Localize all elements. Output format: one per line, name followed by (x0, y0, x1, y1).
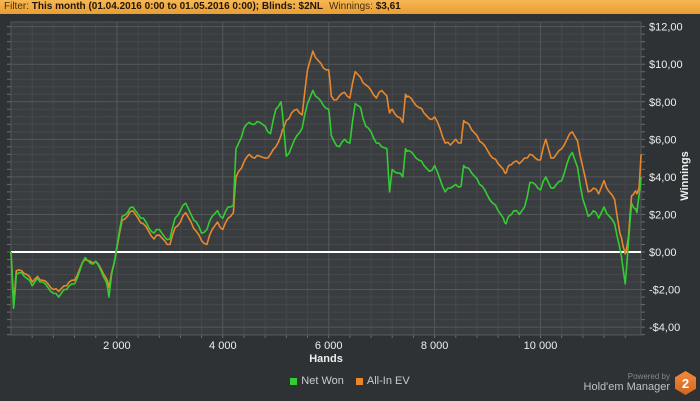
y-tick-label: $0,00 (649, 247, 677, 259)
badge-number: 2 (681, 375, 690, 391)
all-in-ev-swatch (355, 377, 363, 385)
y-tick-label: $4,00 (649, 172, 677, 184)
y-axis-title: Winnings (679, 151, 691, 200)
x-tick-label: 10 000 (524, 340, 558, 352)
all-in-ev-label: All-In EV (366, 375, 410, 387)
y-tick-label: $8,00 (649, 97, 677, 109)
footer-text: Powered by Hold'em Manager (583, 371, 670, 394)
winnings-chart: $12,00 $10,00 $8,00 $6,00 $4,00 $2,00 $0,00 -$2… (7, 21, 691, 365)
x-tick-label: 4 000 (209, 340, 237, 352)
powered-by-label: Powered by (627, 371, 670, 381)
x-tick-label: 8 000 (421, 340, 449, 352)
y-tick-label: -$4,00 (649, 322, 680, 334)
y-tick-label: $12,00 (649, 22, 683, 34)
net-won-swatch (290, 377, 298, 385)
y-tick-label: -$2,00 (649, 285, 680, 297)
powered-by-footer: Powered by Hold'em Manager 2 (584, 371, 696, 395)
holdem-manager-graph-window: Filter: This month (01.04.2016 0:00 to 0… (0, 0, 700, 401)
y-tick-label: $10,00 (649, 59, 683, 71)
x-axis-title: Hands (309, 353, 343, 365)
x-tick-label: 2 000 (103, 340, 131, 352)
legend-item-all-in-ev: All-In EV (355, 375, 410, 387)
hm2-badge: 2 (675, 371, 696, 395)
net-won-label: Net Won (301, 375, 344, 387)
brand-name: Hold'em Manager (583, 381, 670, 394)
y-tick-label: $6,00 (649, 134, 677, 146)
y-tick-label: $2,00 (649, 209, 677, 221)
x-tick-label: 6 000 (315, 340, 343, 352)
legend-item-net-won: Net Won (290, 375, 344, 387)
